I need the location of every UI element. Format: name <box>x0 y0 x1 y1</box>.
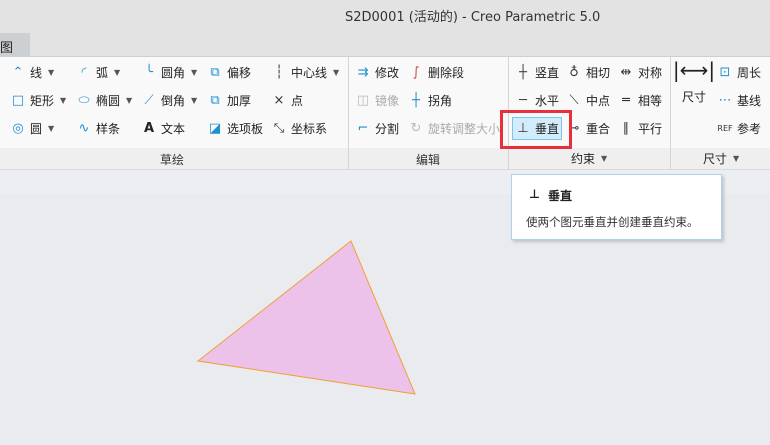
perpendicular-icon: ⊥ <box>529 187 540 201</box>
chevron-down-icon[interactable]: ▼ <box>60 96 66 105</box>
chevron-down-icon: ▼ <box>733 153 740 163</box>
parallel-constraint-button[interactable]: ∥ 平行 <box>618 117 662 139</box>
dimension-icon: |⟷| <box>672 58 716 82</box>
equal-constraint-button[interactable]: ═ 相等 <box>618 89 662 111</box>
tab-view[interactable]: 图 <box>0 33 30 57</box>
tooltip-title: 垂直 <box>547 189 572 203</box>
circle-icon: ◎ <box>12 120 24 136</box>
line-button[interactable]: ⌃ 线 ▼ <box>10 61 55 83</box>
title-bar: S2D0001 (活动的) - Creo Parametric 5.0 <box>0 0 770 32</box>
line-icon: ⌃ <box>12 64 24 80</box>
window-title: S2D0001 (活动的) - Creo Parametric 5.0 <box>345 10 601 25</box>
tooltip: ⊥ 垂直 使两个图元垂直并创建垂直约束。 <box>511 174 722 240</box>
equal-icon: ═ <box>622 92 630 108</box>
rotate-resize-icon: ↻ <box>410 120 422 136</box>
coincident-constraint-button[interactable]: ⊸ 重合 <box>566 117 610 139</box>
chevron-down-icon[interactable]: ▼ <box>48 68 54 77</box>
midpoint-constraint-button[interactable]: ⟍ 中点 <box>566 89 610 111</box>
group-label-dimension: 尺寸 <box>703 151 728 166</box>
thicken-button[interactable]: ⧉ 加厚 <box>207 89 251 111</box>
constrain-group-menu[interactable]: 约束 ▼ <box>571 151 608 166</box>
spline-icon: ∿ <box>78 120 90 136</box>
spline-button[interactable]: ∿ 样条 <box>76 117 120 139</box>
circle-button[interactable]: ◎ 圆 ▼ <box>10 117 54 139</box>
dimension-group-menu[interactable]: 尺寸 ▼ <box>703 151 740 166</box>
dimension-button[interactable]: |⟷| 尺寸 <box>672 58 716 124</box>
fillet-button[interactable]: ╰ 圆角 ▼ <box>141 61 197 83</box>
arc-button[interactable]: ◜ 弧 ▼ <box>76 61 120 83</box>
modify-icon: ⇉ <box>357 64 369 80</box>
divide-icon: ⌐ <box>357 120 369 136</box>
ribbon-tabs: 图 <box>0 32 770 57</box>
tooltip-description: 使两个图元垂直并创建垂直约束。 <box>526 215 699 229</box>
corner-button[interactable]: ┼ 拐角 <box>408 89 452 111</box>
rotate-resize-button[interactable]: ↻ 旋转调整大小 <box>408 117 500 139</box>
chevron-down-icon[interactable]: ▼ <box>333 68 339 77</box>
highlight-box <box>500 110 572 149</box>
coordinate-system-button[interactable]: ⤡ 坐标系 <box>271 117 327 139</box>
thicken-icon: ⧉ <box>210 92 220 108</box>
mirror-button[interactable]: ◫ 镜像 <box>355 89 399 111</box>
palette-button[interactable]: ◪ 选项板 <box>207 117 263 139</box>
parallel-icon: ∥ <box>622 120 630 136</box>
divider <box>348 57 349 170</box>
offset-icon: ⧉ <box>210 64 220 80</box>
coordinate-system-icon: ⤡ <box>273 120 285 136</box>
chamfer-icon: ⟋ <box>144 92 154 108</box>
vertical-constraint-button[interactable]: ┼ 竖直 <box>515 61 559 83</box>
offset-button[interactable]: ⧉ 偏移 <box>207 61 251 83</box>
palette-icon: ◪ <box>208 120 222 136</box>
delete-segment-icon: ∫ <box>412 64 420 80</box>
text-button[interactable]: A 文本 <box>141 117 185 139</box>
rectangle-button[interactable]: □ 矩形 ▼ <box>10 89 66 111</box>
ellipse-button[interactable]: ⬭ 椭圆 ▼ <box>76 89 132 111</box>
baseline-button[interactable]: ⋯ 基线 <box>717 89 762 111</box>
perimeter-button[interactable]: ⊡ 周长 <box>717 61 761 83</box>
point-icon: × <box>273 92 285 108</box>
chevron-down-icon[interactable]: ▼ <box>191 96 197 105</box>
text-icon: A <box>143 120 155 136</box>
fillet-icon: ╰ <box>145 64 153 80</box>
baseline-icon: ⋯ <box>718 92 732 108</box>
reference-icon: REF <box>717 123 733 133</box>
chevron-down-icon: ▼ <box>601 153 608 163</box>
chevron-down-icon[interactable]: ▼ <box>114 68 120 77</box>
triangle-sketch[interactable] <box>196 240 416 395</box>
mirror-icon: ◫ <box>356 92 370 108</box>
symmetric-icon: ⇹ <box>620 64 632 80</box>
group-labels <box>0 148 770 170</box>
tangent-constraint-button[interactable]: ♁ 相切 <box>566 61 610 83</box>
centerline-button[interactable]: ┆ 中心线 ▼ <box>271 61 339 83</box>
chevron-down-icon[interactable]: ▼ <box>48 124 54 133</box>
rectangle-icon: □ <box>11 92 25 108</box>
symmetric-constraint-button[interactable]: ⇹ 对称 <box>618 61 662 83</box>
corner-icon: ┼ <box>412 92 420 108</box>
group-label-constrain: 约束 <box>571 151 596 166</box>
tangent-icon: ♁ <box>569 64 579 80</box>
group-label-sketch: 草绘 <box>160 153 185 167</box>
arc-icon: ◜ <box>81 64 87 80</box>
ellipse-icon: ⬭ <box>78 92 90 108</box>
reference-button[interactable]: REF 参考 <box>717 117 761 139</box>
horizontal-icon: ─ <box>519 92 527 108</box>
delete-segment-button[interactable]: ∫ 删除段 <box>408 61 464 83</box>
centerline-icon: ┆ <box>275 64 283 80</box>
horizontal-constraint-button[interactable]: ─ 水平 <box>515 89 559 111</box>
chevron-down-icon[interactable]: ▼ <box>126 96 132 105</box>
midpoint-icon: ⟍ <box>569 92 579 108</box>
divide-button[interactable]: ⌐ 分割 <box>355 117 399 139</box>
vertical-icon: ┼ <box>519 64 527 80</box>
chevron-down-icon[interactable]: ▼ <box>191 68 197 77</box>
point-button[interactable]: × 点 <box>271 89 303 111</box>
modify-button[interactable]: ⇉ 修改 <box>355 61 399 83</box>
perimeter-icon: ⊡ <box>719 64 731 80</box>
group-label-edit: 编辑 <box>416 153 441 167</box>
divider <box>670 57 671 170</box>
chamfer-button[interactable]: ⟋ 倒角 ▼ <box>141 89 197 111</box>
